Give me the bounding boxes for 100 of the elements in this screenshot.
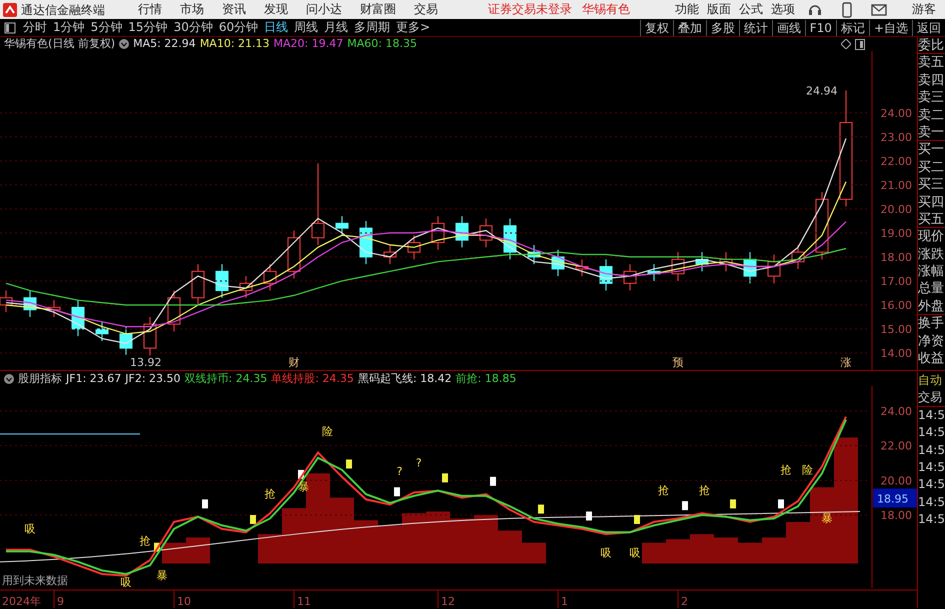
indicator-name: 股朋指标 <box>18 372 62 386</box>
menu-item[interactable]: 交易 <box>405 0 447 19</box>
signal-label: 暴 <box>821 512 832 525</box>
signal-label: 吸 <box>600 546 612 560</box>
quote-label: 买一 <box>918 141 945 159</box>
period-tab[interactable]: 更多> <box>393 19 434 36</box>
panel-toggle-icon[interactable] <box>4 22 16 34</box>
quote-label: 收益 <box>918 350 945 368</box>
candle <box>576 258 588 277</box>
quote-label: 委比 <box>918 37 945 54</box>
signal-label: 险 <box>802 463 814 476</box>
signal-block <box>442 473 448 482</box>
period-tab[interactable]: 1分钟 <box>50 19 88 36</box>
candle <box>336 216 348 236</box>
dropdown-icon[interactable] <box>4 374 14 384</box>
candle <box>168 290 180 332</box>
candle <box>216 264 228 298</box>
dropdown-icon[interactable] <box>119 39 130 49</box>
candle <box>240 276 252 298</box>
axis-label: 21.00 <box>880 178 912 192</box>
axis-label: 2 <box>681 595 688 608</box>
signal-label: ? <box>396 465 403 478</box>
menu-item[interactable]: 发现 <box>255 0 297 19</box>
axis-label: 15.00 <box>880 322 912 336</box>
candle <box>768 254 780 284</box>
candle <box>792 244 804 270</box>
signal-label: 抢 <box>780 463 792 476</box>
trade-time: 14:5 <box>918 406 945 424</box>
app-title: 通达信金融终端 <box>21 2 105 18</box>
axis-label: 12 <box>441 595 455 608</box>
menu-item[interactable]: 市场 <box>171 0 213 19</box>
quote-label: 涨幅 <box>918 263 945 280</box>
period-tab[interactable]: 15分钟 <box>125 19 171 36</box>
signal-label: 抢 <box>698 484 710 498</box>
menu-item[interactable]: 财富圈 <box>351 0 405 19</box>
period-tab[interactable]: 周线 <box>291 19 322 36</box>
legend-label: MA20: 19.47 <box>274 37 344 51</box>
notice-text[interactable]: 华锡有色 <box>577 0 635 19</box>
menu-item[interactable]: 资讯 <box>213 0 255 19</box>
user-menu[interactable]: 游客 <box>903 0 945 19</box>
candle <box>384 244 396 265</box>
panel-heading: 自动 <box>918 372 943 389</box>
axis-label: 19.00 <box>880 226 912 240</box>
candle <box>672 252 684 282</box>
value-tag-text: 18.95 <box>877 492 908 506</box>
signal-label: 抢 <box>140 534 151 548</box>
axis-label: 22.00 <box>880 440 912 453</box>
quote-label: 卖三 <box>918 89 945 107</box>
legend-label: MA5: 22.94 <box>133 37 196 51</box>
period-tab[interactable]: 多周期 <box>351 19 394 36</box>
axis-label: 17.00 <box>880 274 912 288</box>
trade-time: 14:5 <box>918 442 945 459</box>
diamond-icon[interactable] <box>841 39 851 49</box>
panel-heading: 交易 <box>918 389 945 407</box>
candle <box>432 216 444 250</box>
axis-label: 24.00 <box>880 106 912 120</box>
menu-item[interactable]: 版面 <box>703 0 735 19</box>
quote-label: 净资 <box>918 332 945 350</box>
candle <box>456 216 468 248</box>
candle <box>264 264 276 292</box>
warning-note: 用到未来数据 <box>2 574 68 587</box>
axis-label: 14.00 <box>880 346 912 360</box>
candle <box>72 300 84 337</box>
period-tab[interactable]: 月线 <box>321 19 352 36</box>
signal-block <box>778 499 784 508</box>
menu-item[interactable]: 选项 <box>767 0 799 19</box>
flag-label: 预 <box>672 356 684 369</box>
legend-label: JF2: 23.50 <box>125 372 181 386</box>
candle <box>24 290 36 318</box>
menu-item[interactable]: 功能 <box>671 0 703 19</box>
legend-label: JF1: 23.67 <box>66 372 122 386</box>
quote-label: 卖一 <box>918 124 945 142</box>
axis-label: 1 <box>561 595 568 608</box>
signal-label: 吸 <box>629 546 640 560</box>
legend-label: 黑码起飞线: 18.42 <box>358 372 452 386</box>
signal-block <box>346 460 352 469</box>
menu-item[interactable]: 问小达 <box>297 0 351 19</box>
signal-label: ? <box>416 456 422 470</box>
candle <box>192 264 204 306</box>
candle <box>600 258 612 292</box>
chart-title: 华锡有色(日线 前复权) <box>4 37 116 51</box>
signal-label: 抢 <box>658 484 670 498</box>
candle <box>144 316 156 356</box>
period-tab[interactable]: 30分钟 <box>170 19 216 36</box>
axis-label: 20.00 <box>880 202 912 216</box>
period-tab[interactable]: 60分钟 <box>216 19 262 36</box>
signal-label: 暴 <box>156 569 168 582</box>
period-tab[interactable]: 分时 <box>20 19 50 36</box>
panel-toggle-icon[interactable] <box>855 38 865 50</box>
signal-label: 险 <box>322 425 334 438</box>
menu-item[interactable]: 行情 <box>129 0 171 19</box>
period-tab[interactable]: 5分钟 <box>88 19 126 36</box>
trade-time: 14:5 <box>918 494 945 511</box>
legend-label: 双线持币: 24.35 <box>184 372 268 386</box>
menu-item[interactable]: 公式 <box>735 0 767 19</box>
mail-icon[interactable] <box>871 2 887 18</box>
quote-label: 卖四 <box>918 72 945 90</box>
period-tab[interactable]: 日线 <box>261 19 292 36</box>
signal-block <box>730 499 736 508</box>
quote-label: 卖五 <box>918 54 945 72</box>
